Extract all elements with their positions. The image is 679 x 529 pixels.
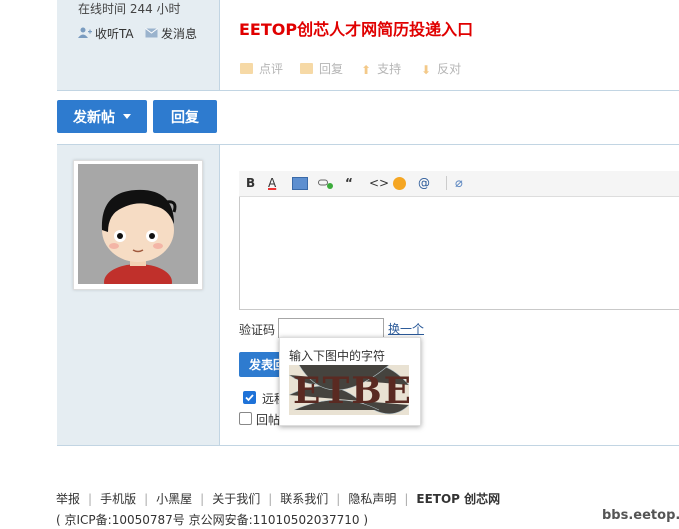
footer-icp: ( 京ICP备:10050787号 京公网安备:11010502037710 ) <box>56 513 369 527</box>
follow-link[interactable]: 收听TA <box>78 25 134 42</box>
new-post-label: 发新帖 <box>73 109 115 126</box>
code-button[interactable]: <> <box>369 176 389 190</box>
separator: | <box>404 492 409 506</box>
font-color-button[interactable]: A <box>268 176 276 190</box>
smiley-icon[interactable] <box>393 177 406 190</box>
toolbar-divider <box>446 176 447 190</box>
captcha-popup-text: 输入下图中的字符 <box>289 349 386 363</box>
attachment-icon[interactable]: ⌀ <box>455 176 463 191</box>
option-checkbox-2[interactable] <box>239 412 252 425</box>
reply-button[interactable]: 回复 <box>153 100 217 133</box>
separator: | <box>144 492 149 506</box>
captcha-input[interactable] <box>278 318 384 338</box>
follow-label: 收听TA <box>95 27 134 41</box>
separator: | <box>336 492 341 506</box>
chevron-down-icon <box>123 114 131 119</box>
support-label: 支持 <box>377 62 402 76</box>
footer-link-blackroom[interactable]: 小黑屋 <box>156 492 192 506</box>
footer-link-report[interactable]: 举报 <box>56 492 80 506</box>
image-icon[interactable] <box>292 177 308 190</box>
quote-button[interactable]: “ <box>345 176 353 190</box>
footer-link-eetop[interactable]: EETOP 创芯网 <box>416 492 500 506</box>
captcha-image[interactable]: ETBE <box>289 365 409 415</box>
comment-label: 点评 <box>259 62 284 76</box>
watermark: bbs.eetop.cn <box>602 508 679 523</box>
footer-link-contact[interactable]: 联系我们 <box>280 492 328 506</box>
captcha-text: ETBE <box>293 370 409 412</box>
reply-button-label: 回复 <box>171 109 199 126</box>
separator: | <box>88 492 93 506</box>
user-add-icon <box>78 27 92 41</box>
thumbs-down-icon: ⬇ <box>421 63 432 77</box>
footer-link-privacy[interactable]: 隐私声明 <box>348 492 396 506</box>
divider <box>57 445 679 446</box>
separator: | <box>200 492 205 506</box>
message-link[interactable]: 发消息 <box>145 25 197 42</box>
footer-link-about[interactable]: 关于我们 <box>212 492 260 506</box>
reply-icon <box>300 63 313 74</box>
change-captcha-link[interactable]: 换一个 <box>388 320 424 337</box>
comment-action[interactable]: 点评 <box>240 60 283 77</box>
reply-action[interactable]: 回复 <box>300 60 343 77</box>
support-action[interactable]: ⬆ 支持 <box>361 60 401 77</box>
thumbs-up-icon: ⬆ <box>361 63 372 77</box>
comment-icon <box>240 63 253 74</box>
separator: | <box>268 492 273 506</box>
recruit-link[interactable]: EETOP创芯人才网简历投递入口 <box>239 16 473 40</box>
online-time: 在线时间 244 小时 <box>78 2 181 16</box>
oppose-action[interactable]: ⬇ 反对 <box>421 60 461 77</box>
option-checkbox-1[interactable] <box>243 391 256 404</box>
divider <box>57 90 679 91</box>
mention-button[interactable]: @ <box>418 176 430 190</box>
footer-link-mobile[interactable]: 手机版 <box>100 492 136 506</box>
footer-links: 举报 | 手机版 | 小黑屋 | 关于我们 | 联系我们 | 隐私声明 | EETOP 创芯网 <box>56 490 500 507</box>
message-label: 发消息 <box>161 27 198 41</box>
oppose-label: 反对 <box>437 62 462 76</box>
reply-label: 回复 <box>319 62 344 76</box>
link-icon[interactable] <box>318 178 333 189</box>
new-post-button[interactable]: 发新帖 <box>57 100 147 133</box>
captcha-label: 验证码 <box>239 323 276 337</box>
avatar <box>78 164 198 284</box>
bold-button[interactable]: B <box>246 176 255 190</box>
envelope-icon <box>145 27 158 41</box>
